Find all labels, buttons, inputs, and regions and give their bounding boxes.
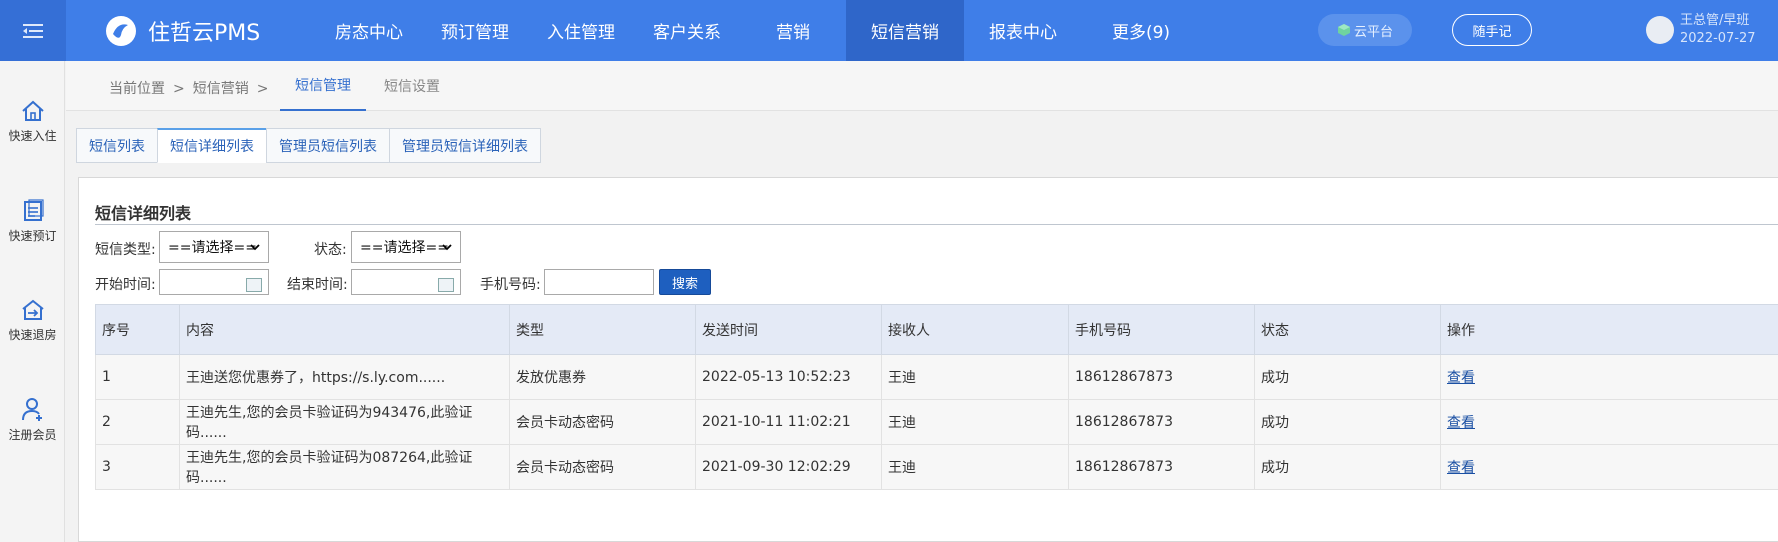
menu-icon <box>23 23 43 38</box>
table-header-row: 序号 内容 类型 发送时间 接收人 手机号码 状态 操作 <box>95 304 1778 355</box>
user-name: 王总管/早班 <box>1680 13 1750 28</box>
table-row: 1 王迪送您优惠券了，https://s.ly.com...... 发放优惠券 … <box>95 354 1778 400</box>
sidebar-item-quick-booking[interactable]: 快速预订 <box>0 199 65 269</box>
tab-admin-sms-detail-list[interactable]: 管理员短信详细列表 <box>389 128 541 163</box>
phone-input[interactable] <box>544 269 654 295</box>
chevron-down-icon <box>442 244 452 251</box>
nav-marketing[interactable]: 营销 <box>740 0 846 61</box>
tab-sms-detail-list[interactable]: 短信详细列表 <box>157 128 266 163</box>
breadcrumb-bar: 当前位置 > 短信营销 > 短信管理 短信设置 <box>66 61 1778 111</box>
col-recipient: 接收人 <box>881 304 1069 355</box>
col-phone: 手机号码 <box>1068 304 1255 355</box>
status-label: 状态: <box>314 242 347 258</box>
col-type: 类型 <box>509 304 696 355</box>
cell-send-time: 2022-05-13 10:52:23 <box>695 354 882 400</box>
nav-reports[interactable]: 报表中心 <box>964 0 1082 61</box>
booking-icon <box>23 199 44 221</box>
cell-action: 查看 <box>1440 444 1778 490</box>
cell-content: 王迪送您优惠券了，https://s.ly.com...... <box>179 354 510 400</box>
col-send-time: 发送时间 <box>695 304 882 355</box>
cell-send-time: 2021-10-11 11:02:21 <box>695 399 882 445</box>
panel-title: 短信详细列表 <box>95 204 192 223</box>
cloud-platform-button[interactable]: 云平台 <box>1318 14 1412 46</box>
cell-recipient: 王迪 <box>881 354 1069 400</box>
cell-type: 发放优惠券 <box>509 354 696 400</box>
cell-status: 成功 <box>1254 354 1441 400</box>
main-nav: 房态中心 预订管理 入住管理 客户关系 营销 短信营销 报表中心 更多(9) <box>316 0 1200 61</box>
avatar <box>1646 16 1674 44</box>
calendar-icon[interactable] <box>438 278 454 292</box>
end-time-label: 结束时间: <box>287 277 348 293</box>
subtab-sms-settings[interactable]: 短信设置 <box>372 61 452 111</box>
top-bar: 住哲云PMS 房态中心 预订管理 入住管理 客户关系 营销 短信营销 报表中心 … <box>0 0 1778 61</box>
cell-phone: 18612867873 <box>1068 399 1255 445</box>
user-date: 2022-07-27 <box>1680 31 1756 46</box>
start-time-label: 开始时间: <box>95 277 156 293</box>
cell-content: 王迪先生,您的会员卡验证码为943476,此验证码...... <box>179 399 510 445</box>
nav-room-status[interactable]: 房态中心 <box>316 0 422 61</box>
cell-status: 成功 <box>1254 399 1441 445</box>
brand-name: 住哲云PMS <box>148 21 261 46</box>
cell-content: 王迪先生,您的会员卡验证码为087264,此验证码...... <box>179 444 510 490</box>
menu-toggle-button[interactable] <box>0 0 66 61</box>
home-icon <box>21 100 44 121</box>
nav-crm[interactable]: 客户关系 <box>634 0 740 61</box>
cell-index: 2 <box>95 399 180 445</box>
subtab-sms-management[interactable]: 短信管理 <box>280 61 366 111</box>
sms-type-label: 短信类型: <box>95 242 156 258</box>
title-divider <box>95 224 1778 225</box>
cell-recipient: 王迪 <box>881 444 1069 490</box>
calendar-icon[interactable] <box>246 278 262 292</box>
tab-bar: 短信列表 短信详细列表 管理员短信列表 管理员短信详细列表 <box>76 128 541 163</box>
cell-phone: 18612867873 <box>1068 354 1255 400</box>
view-link[interactable]: 查看 <box>1447 370 1475 386</box>
nav-more[interactable]: 更多(9) <box>1082 0 1200 61</box>
cell-action: 查看 <box>1440 399 1778 445</box>
cell-send-time: 2021-09-30 12:02:29 <box>695 444 882 490</box>
col-status: 状态 <box>1254 304 1441 355</box>
quick-sidebar: 快速入住 快速预订 快速退房 注册会员 <box>0 61 65 542</box>
user-menu[interactable]: 王总管/早班 2022-07-27 <box>1646 12 1756 48</box>
search-button[interactable]: 搜索 <box>659 269 711 295</box>
status-select[interactable]: ==请选择== <box>351 231 461 263</box>
table-row: 2 王迪先生,您的会员卡验证码为943476,此验证码...... 会员卡动态密… <box>95 399 1778 445</box>
logo-icon <box>106 16 136 46</box>
brand-logo: 住哲云PMS <box>104 13 260 49</box>
tab-admin-sms-list[interactable]: 管理员短信列表 <box>266 128 389 163</box>
sidebar-item-quick-checkout[interactable]: 快速退房 <box>0 298 65 368</box>
cell-index: 3 <box>95 444 180 490</box>
tab-sms-list[interactable]: 短信列表 <box>76 128 157 163</box>
cell-phone: 18612867873 <box>1068 444 1255 490</box>
cell-recipient: 王迪 <box>881 399 1069 445</box>
chevron-down-icon <box>250 244 260 251</box>
nav-checkin[interactable]: 入住管理 <box>528 0 634 61</box>
nav-booking[interactable]: 预订管理 <box>422 0 528 61</box>
cell-type: 会员卡动态密码 <box>509 399 696 445</box>
notes-button[interactable]: 随手记 <box>1452 14 1532 46</box>
main-content: 短信列表 短信详细列表 管理员短信列表 管理员短信详细列表 短信详细列表 短信类… <box>66 111 1778 542</box>
col-action: 操作 <box>1440 304 1778 355</box>
sms-type-select[interactable]: ==请选择== <box>159 231 269 263</box>
sidebar-item-quick-checkin[interactable]: 快速入住 <box>0 99 65 169</box>
list-panel: 短信详细列表 短信类型: ==请选择== 状态: ==请选择== 开始时间: 结… <box>78 177 1778 542</box>
col-content: 内容 <box>179 304 510 355</box>
nav-sms-marketing[interactable]: 短信营销 <box>846 0 964 61</box>
view-link[interactable]: 查看 <box>1447 415 1475 431</box>
start-time-input[interactable] <box>159 269 269 295</box>
breadcrumb: 当前位置 > 短信营销 > <box>109 81 269 97</box>
sms-detail-table: 序号 内容 类型 发送时间 接收人 手机号码 状态 操作 1 王迪送您优惠券了，… <box>95 304 1778 490</box>
cell-type: 会员卡动态密码 <box>509 444 696 490</box>
cell-action: 查看 <box>1440 354 1778 400</box>
phone-label: 手机号码: <box>480 277 541 293</box>
table-row: 3 王迪先生,您的会员卡验证码为087264,此验证码...... 会员卡动态密… <box>95 444 1778 490</box>
cube-icon <box>1337 24 1350 36</box>
view-link[interactable]: 查看 <box>1447 460 1475 476</box>
add-user-icon <box>21 398 42 421</box>
cell-status: 成功 <box>1254 444 1441 490</box>
cell-index: 1 <box>95 354 180 400</box>
col-index: 序号 <box>95 304 180 355</box>
end-time-input[interactable] <box>351 269 461 295</box>
sidebar-item-register-member[interactable]: 注册会员 <box>0 396 65 466</box>
checkout-icon <box>21 299 44 320</box>
